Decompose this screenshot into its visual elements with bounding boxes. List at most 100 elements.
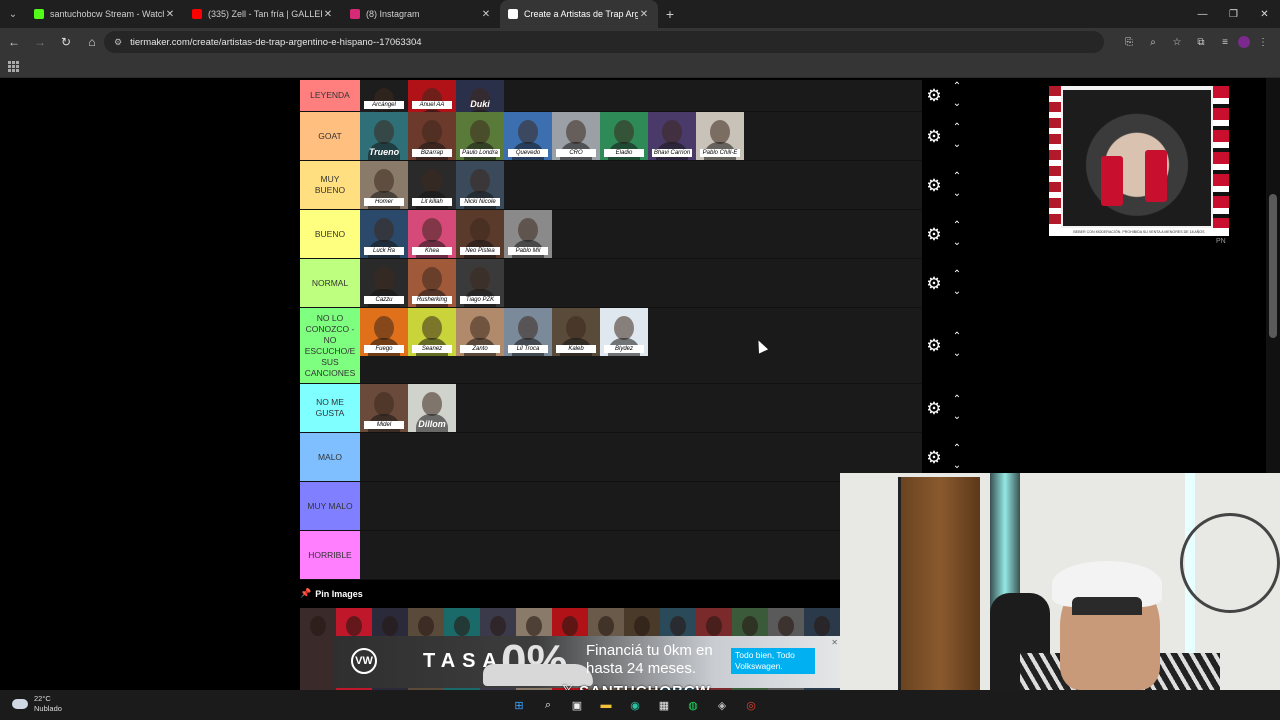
- tier-settings-gear-icon[interactable]: ⚙: [924, 86, 944, 106]
- artist-card[interactable]: CRO: [552, 112, 600, 160]
- minimize-icon[interactable]: —: [1187, 0, 1218, 28]
- artist-card[interactable]: Nicki Nicole: [456, 161, 504, 209]
- side-ad[interactable]: BEBER CON MODERACIÓN. PROHIBIDA SU VENTA…: [1049, 86, 1229, 236]
- tier-label[interactable]: LEYENDA: [300, 80, 360, 111]
- tier-items[interactable]: Midel Dillom: [360, 384, 922, 432]
- search-icon[interactable]: ⌕: [539, 696, 557, 714]
- chrome-icon[interactable]: ◎: [742, 696, 760, 714]
- new-tab-button[interactable]: +: [658, 6, 682, 22]
- browser-tab[interactable]: (8) Instagram ✕: [342, 0, 500, 28]
- tier-label[interactable]: MUY MALO: [300, 482, 360, 530]
- ad-cta-button[interactable]: Todo bien, Todo Volkswagen.: [731, 648, 815, 674]
- artist-card[interactable]: Trueno: [360, 112, 408, 160]
- move-tier-up-icon[interactable]: ⌃: [950, 81, 964, 93]
- artist-card[interactable]: Midel: [360, 384, 408, 432]
- artist-card[interactable]: Fuego: [360, 308, 408, 356]
- artist-card[interactable]: Zanto: [456, 308, 504, 356]
- windows-start-icon[interactable]: ⊞: [510, 696, 528, 714]
- artist-card[interactable]: Rusherking: [408, 259, 456, 307]
- tab-search-icon[interactable]: ⌄: [0, 0, 26, 28]
- artist-card[interactable]: Blydez: [600, 308, 648, 356]
- back-icon[interactable]: ←: [2, 30, 26, 54]
- home-icon[interactable]: ⌂: [80, 30, 104, 54]
- tier-items[interactable]: Arcángel Anuel AA Duki: [360, 80, 922, 112]
- move-tier-down-icon[interactable]: ⌄: [950, 286, 964, 298]
- menu-kebab-icon[interactable]: ⋮: [1252, 32, 1274, 52]
- move-tier-up-icon[interactable]: ⌃: [950, 443, 964, 455]
- app-icon[interactable]: ◈: [713, 696, 731, 714]
- tier-items[interactable]: Luck Ra Khea Neo Pistea Pablo Mil: [360, 210, 922, 258]
- artist-card[interactable]: Luck Ra: [360, 210, 408, 258]
- tier-items[interactable]: Homer Lit killah Nicki Nicole: [360, 161, 922, 209]
- artist-card[interactable]: Kaleb: [552, 308, 600, 356]
- maximize-icon[interactable]: ❐: [1218, 0, 1249, 28]
- move-tier-up-icon[interactable]: ⌃: [950, 269, 964, 281]
- artist-card[interactable]: Pablo Mil: [504, 210, 552, 258]
- tab-close-icon[interactable]: ✕: [480, 9, 492, 20]
- move-tier-up-icon[interactable]: ⌃: [950, 220, 964, 232]
- tier-items[interactable]: [360, 531, 922, 579]
- move-tier-up-icon[interactable]: ⌃: [950, 331, 964, 343]
- browser-tab[interactable]: (335) Zell - Tan fría | GALLERY S✕: [184, 0, 342, 28]
- tier-label[interactable]: NO LO CONOZCO - NO ESCUCHO/E SUS CANCION…: [300, 308, 360, 383]
- tier-items[interactable]: Trueno Bizarrap Paulo Londra Quevedo CRO Elad…: [360, 112, 922, 160]
- tier-label[interactable]: MUY BUENO: [300, 161, 360, 209]
- close-window-icon[interactable]: ✕: [1249, 0, 1280, 28]
- tier-settings-gear-icon[interactable]: ⚙: [924, 448, 944, 468]
- tier-settings-gear-icon[interactable]: ⚙: [924, 225, 944, 245]
- artist-card[interactable]: Duki: [456, 80, 504, 112]
- artist-card[interactable]: Lil Troca: [504, 308, 552, 356]
- pin-image-tile[interactable]: [300, 608, 336, 690]
- artist-card[interactable]: Bhavi Carrion: [648, 112, 696, 160]
- bookmark-star-icon[interactable]: ☆: [1166, 32, 1188, 52]
- artist-card[interactable]: Cazzu: [360, 259, 408, 307]
- move-tier-up-icon[interactable]: ⌃: [950, 394, 964, 406]
- move-tier-up-icon[interactable]: ⌃: [950, 171, 964, 183]
- artist-card[interactable]: Dillom: [408, 384, 456, 432]
- artist-card[interactable]: Khea: [408, 210, 456, 258]
- artist-card[interactable]: Neo Pistea: [456, 210, 504, 258]
- tier-items[interactable]: Fuego Seanez Zanto Lil Troca Kaleb Blydez: [360, 308, 922, 383]
- url-field[interactable]: ⚙ tiermaker.com/create/artistas-de-trap-…: [104, 31, 1104, 53]
- tier-items[interactable]: [360, 433, 922, 481]
- browser-tab[interactable]: Create a Artistas de Trap Argen ✕: [500, 0, 658, 28]
- tier-label[interactable]: HORRIBLE: [300, 531, 360, 579]
- tier-label[interactable]: GOAT: [300, 112, 360, 160]
- reload-icon[interactable]: ↻: [54, 30, 78, 54]
- artist-card[interactable]: Tiago PZK: [456, 259, 504, 307]
- move-tier-down-icon[interactable]: ⌄: [950, 139, 964, 151]
- artist-card[interactable]: Quevedo: [504, 112, 552, 160]
- weather-widget[interactable]: 22°C Nublado: [12, 694, 62, 714]
- artist-card[interactable]: Pablo Chill-E: [696, 112, 744, 160]
- tier-label[interactable]: BUENO: [300, 210, 360, 258]
- tier-label[interactable]: NO ME GUSTA: [300, 384, 360, 432]
- media-icon[interactable]: ≡: [1214, 32, 1236, 52]
- browser-tab[interactable]: santuchobcw Stream - Watch L ✕: [26, 0, 184, 28]
- artist-card[interactable]: Eladio: [600, 112, 648, 160]
- move-tier-down-icon[interactable]: ⌄: [950, 411, 964, 423]
- scrollbar-thumb[interactable]: [1269, 194, 1277, 338]
- tier-settings-gear-icon[interactable]: ⚙: [924, 336, 944, 356]
- tier-settings-gear-icon[interactable]: ⚙: [924, 176, 944, 196]
- ad-close-icon[interactable]: ✕: [831, 638, 838, 647]
- apps-grid-icon[interactable]: [8, 61, 19, 72]
- artist-card[interactable]: Arcángel: [360, 80, 408, 112]
- zoom-icon[interactable]: ⌕: [1142, 32, 1164, 52]
- tab-close-icon[interactable]: ✕: [638, 9, 650, 20]
- edge-icon[interactable]: ◉: [626, 696, 644, 714]
- tier-settings-gear-icon[interactable]: ⚙: [924, 274, 944, 294]
- store-icon[interactable]: ▦: [655, 696, 673, 714]
- volkswagen-ad-banner[interactable]: VW TASA 0% Financiá tu 0km en hasta 24 m…: [333, 636, 840, 688]
- move-tier-up-icon[interactable]: ⌃: [950, 122, 964, 134]
- tier-settings-gear-icon[interactable]: ⚙: [924, 399, 944, 419]
- artist-card[interactable]: Anuel AA: [408, 80, 456, 112]
- translate-icon[interactable]: ⎘: [1118, 32, 1140, 52]
- forward-icon[interactable]: →: [28, 30, 52, 54]
- tier-label[interactable]: NORMAL: [300, 259, 360, 307]
- artist-card[interactable]: Seanez: [408, 308, 456, 356]
- artist-card[interactable]: Lit killah: [408, 161, 456, 209]
- artist-card[interactable]: Paulo Londra: [456, 112, 504, 160]
- artist-card[interactable]: Bizarrap: [408, 112, 456, 160]
- move-tier-down-icon[interactable]: ⌄: [950, 348, 964, 360]
- move-tier-down-icon[interactable]: ⌄: [950, 237, 964, 249]
